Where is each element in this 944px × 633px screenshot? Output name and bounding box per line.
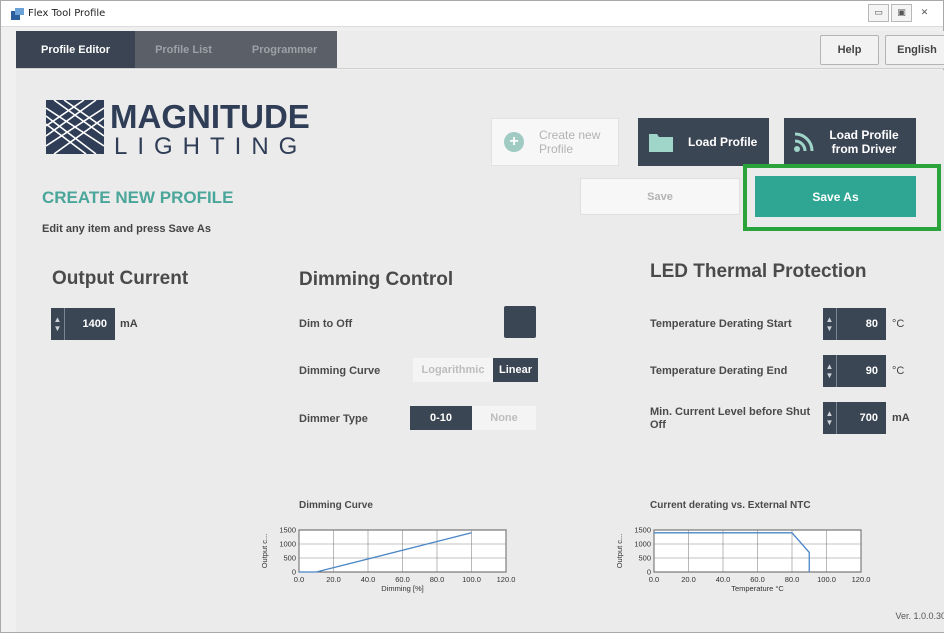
x-tick-label: 100.0	[817, 575, 836, 584]
x-tick-label: 60.0	[395, 575, 410, 584]
language-button[interactable]: English	[885, 35, 944, 65]
min-current-stepper[interactable]: ▲ ▼ 700	[823, 402, 886, 434]
dimmer-option-none[interactable]: None	[472, 406, 536, 430]
app-icon	[11, 8, 24, 20]
save-as-button[interactable]: Save As	[755, 176, 916, 217]
page-subtitle: Edit any item and press Save As	[42, 223, 211, 235]
derating-start-value[interactable]: 80	[837, 318, 886, 330]
title-bar: Flex Tool Profile ▭ ▣ ✕	[1, 1, 943, 27]
tab-bar: Profile Editor Profile List Programmer H…	[16, 31, 944, 69]
minimize-icon[interactable]: ▭	[868, 4, 889, 22]
y-tick-label: 1000	[279, 540, 296, 549]
y-tick-label: 0	[292, 568, 296, 577]
derating-end-value[interactable]: 90	[837, 365, 886, 377]
signal-icon	[794, 132, 814, 152]
derating-chart: 0.0 20.0 40.0 60.0 80.0 100.0 120.005001000150…	[615, 526, 871, 594]
tab-profile-list[interactable]: Profile List	[135, 31, 232, 68]
help-button[interactable]: Help	[820, 35, 879, 65]
dimming-curve-selector: Logarithmic Linear	[413, 358, 538, 382]
page-title: CREATE NEW PROFILE	[42, 188, 234, 207]
maximize-icon[interactable]: ▣	[891, 4, 912, 22]
x-tick-label: 120.0	[852, 575, 871, 584]
curve-option-logarithmic[interactable]: Logarithmic	[413, 358, 493, 382]
output-current-title: Output Current	[52, 268, 189, 289]
app-window: Flex Tool Profile ▭ ▣ ✕ Profile Editor P…	[0, 0, 944, 633]
logo-mark-icon	[45, 99, 105, 155]
x-tick-label: 40.0	[716, 575, 731, 584]
dimming-curve-chart: 0.0 20.0 40.0 60.0 80.0 100.0 120.005001000150…	[260, 526, 516, 594]
x-axis-label: Dimming [%]	[381, 584, 424, 593]
y-tick-label: 1500	[279, 526, 296, 535]
tab-programmer[interactable]: Programmer	[231, 31, 338, 68]
x-tick-label: 120.0	[497, 575, 516, 584]
dim-to-off-label: Dim to Off	[299, 318, 353, 330]
y-tick-label: 1500	[634, 526, 651, 535]
profile-editor-panel: MAGNITUDE LIGHTING + Create new Profile …	[16, 70, 944, 632]
y-tick-label: 1000	[634, 540, 651, 549]
folder-icon	[649, 134, 673, 152]
create-new-profile-button[interactable]: + Create new Profile	[491, 118, 619, 166]
y-tick-label: 500	[283, 554, 296, 563]
dimming-curve-chart-title: Dimming Curve	[299, 500, 373, 511]
brand-subname: LIGHTING	[114, 133, 308, 160]
x-tick-label: 80.0	[785, 575, 800, 584]
load-from-driver-button[interactable]: Load Profile from Driver	[784, 118, 916, 166]
derating-start-unit: °C	[892, 318, 905, 330]
save-button[interactable]: Save	[580, 178, 740, 215]
thermal-protection-title: LED Thermal Protection	[650, 261, 867, 282]
x-axis-label: Temperature °C	[731, 584, 784, 593]
dimmer-type-label: Dimmer Type	[299, 413, 368, 425]
output-current-unit: mA	[120, 318, 138, 330]
x-tick-label: 20.0	[681, 575, 696, 584]
x-tick-label: 40.0	[361, 575, 376, 584]
y-axis-label: Output c...	[615, 534, 624, 569]
create-new-label: Create new Profile	[539, 128, 601, 156]
dimmer-type-selector: 0-10 None	[410, 406, 536, 430]
y-axis-label: Output c...	[260, 534, 269, 569]
x-tick-label: 80.0	[430, 575, 445, 584]
window-title: Flex Tool Profile	[28, 8, 106, 19]
version-label: Ver. 1.0.0.30	[895, 611, 944, 621]
derating-start-stepper[interactable]: ▲ ▼ 80	[823, 308, 886, 340]
plus-icon: +	[504, 132, 524, 152]
load-from-driver-label: Load Profile from Driver	[829, 128, 899, 156]
stepper-arrows-icon[interactable]: ▲ ▼	[823, 308, 837, 340]
dimming-curve-label: Dimming Curve	[299, 365, 381, 377]
derating-end-stepper[interactable]: ▲ ▼ 90	[823, 355, 886, 387]
min-current-unit: mA	[892, 412, 910, 424]
y-tick-label: 500	[638, 554, 651, 563]
dimming-control-title: Dimming Control	[299, 269, 454, 290]
tab-profile-editor[interactable]: Profile Editor	[16, 31, 136, 68]
dimmer-option-0-10[interactable]: 0-10	[410, 406, 472, 430]
derating-end-unit: °C	[892, 365, 905, 377]
curve-option-linear[interactable]: Linear	[493, 358, 538, 382]
stepper-arrows-icon[interactable]: ▲ ▼	[51, 308, 65, 340]
load-profile-button[interactable]: Load Profile	[638, 118, 769, 166]
x-tick-label: 60.0	[750, 575, 765, 584]
x-tick-label: 20.0	[326, 575, 341, 584]
output-current-value[interactable]: 1400	[65, 318, 115, 330]
min-current-value[interactable]: 700	[837, 412, 886, 424]
load-profile-label: Load Profile	[688, 135, 758, 149]
dim-to-off-toggle[interactable]	[504, 306, 536, 338]
magnitude-logo: MAGNITUDE LIGHTING	[45, 98, 310, 160]
y-tick-label: 0	[647, 568, 651, 577]
derating-chart-title: Current derating vs. External NTC	[650, 500, 811, 511]
output-current-stepper[interactable]: ▲ ▼ 1400	[51, 308, 115, 340]
brand-name: MAGNITUDE	[110, 98, 310, 135]
close-icon[interactable]: ✕	[914, 4, 935, 22]
min-current-label: Min. Current Level before Shut Off	[650, 406, 811, 431]
x-tick-label: 100.0	[462, 575, 481, 584]
stepper-arrows-icon[interactable]: ▲ ▼	[823, 355, 837, 387]
stepper-arrows-icon[interactable]: ▲ ▼	[823, 402, 837, 434]
derating-end-label: Temperature Derating End	[650, 365, 788, 377]
derating-start-label: Temperature Derating Start	[650, 318, 792, 330]
